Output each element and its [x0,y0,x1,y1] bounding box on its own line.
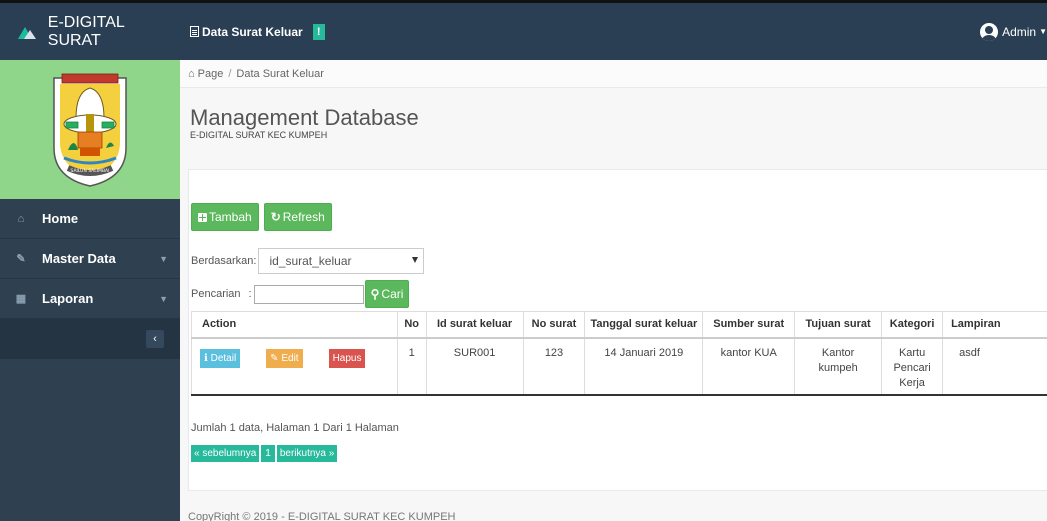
search-row: Pencarian : ⚲ Cari [191,280,410,308]
svg-text:SAILUN SALIMBAI: SAILUN SALIMBAI [71,168,110,174]
breadcrumb-current: Data Surat Keluar [236,67,324,80]
sidebar-item-home[interactable]: ⌂ Home [0,199,180,239]
sidebar-collapse-row: ‹ [0,319,180,359]
alert-badge[interactable]: ! [312,23,325,40]
document-icon [190,26,199,37]
prev-page-button[interactable]: « sebelumnya [191,445,260,462]
page-subtitle: E-DIGITAL SURAT KEC KUMPEH [190,130,328,140]
cell-tujuan: Kantor kumpeh [794,337,883,396]
topbar-title-text: Data Surat Keluar [202,24,303,39]
breadcrumb: ⌂ Page / Data Surat Keluar [180,60,1047,88]
info-icon: ℹ [204,352,208,364]
table-row: ℹ Detail ✎ Edit Hapus 1 SUR001 123 14 Ja… [191,337,1047,396]
cell-sumber: kantor KUA [702,337,796,396]
filter-select[interactable]: id_surat_keluar [258,248,425,274]
next-page-button[interactable]: berikutnya » [276,445,338,462]
add-button[interactable]: Tambah [191,203,259,231]
column-header: Action [191,311,398,339]
column-header: Tujuan surat [794,311,883,339]
refresh-button[interactable]: ↻ Refresh [263,203,332,231]
page-header: Management Database E-DIGITAL SURAT KEC … [180,88,1047,169]
edit-button-label: Edit [281,352,299,364]
search-button[interactable]: ⚲ Cari [364,280,410,308]
pagination-summary: Jumlah 1 data, Halaman 1 Dari 1 Halaman [191,422,399,434]
collapse-sidebar-button[interactable]: ‹ [146,330,164,348]
table-header-row: Action No Id surat keluar No surat Tangg… [191,311,1047,339]
page-number-button[interactable]: 1 [261,445,275,462]
edit-icon: ✎ [16,253,26,265]
column-header: Tanggal surat keluar [584,311,704,339]
action-buttons: Tambah ↻ Refresh [191,203,332,231]
chevron-down-icon: ▼ [159,253,168,264]
home-icon: ⌂ [188,67,195,80]
edit-icon: ✎ [270,352,279,364]
column-header: No [396,311,427,339]
delete-button[interactable]: Hapus [328,348,366,368]
filter-row: Berdasarkan: id_surat_keluar [191,248,425,274]
cell-no: 1 [396,337,427,396]
filter-selected-value: id_surat_keluar [269,254,352,268]
topbar-title: Data Surat Keluar [190,25,303,39]
search-label: Pencarian [191,288,241,300]
calendar-icon: ▦ [15,293,27,305]
sidebar-item-master-data[interactable]: ✎ Master Data ▼ [0,239,180,279]
breadcrumb-separator: / [228,67,232,80]
dropdown-arrow-icon [412,257,419,263]
surat-keluar-table: Action No Id surat keluar No surat Tangg… [191,311,1047,396]
search-icon: ⚲ [370,287,380,301]
add-button-label: Tambah [209,210,252,224]
page-title: Management Database [190,105,419,130]
caret-down-icon: ▼ [1039,27,1047,36]
sidebar: E-DIGITAL SURAT SAILUN SALIMBAI ⌂ Home ✎… [0,0,180,521]
mountain-logo-icon [18,25,36,39]
regional-emblem-logo: SAILUN SALIMBAI [53,73,127,187]
column-header: No surat [522,311,586,339]
logo-area: SAILUN SALIMBAI [0,60,180,199]
refresh-icon: ↻ [270,210,281,224]
column-header: Lampiran [942,311,1047,339]
pagination: « sebelumnya 1 berikutnya » [191,445,338,462]
column-header: Kategori [881,311,944,339]
cell-id: SUR001 [425,337,524,396]
avatar [980,22,999,41]
sidebar-item-label: Master Data [42,251,116,266]
topbar: Data Surat Keluar ! Admin ▼ [180,0,1047,60]
search-colon: : [248,288,252,300]
detail-button[interactable]: ℹ Detail [200,348,241,368]
delete-button-label: Hapus [332,352,362,364]
cell-kategori: Kartu Pencari Kerja [881,337,944,396]
detail-button-label: Detail [210,352,237,364]
user-name: Admin [1002,24,1037,39]
column-header: Sumber surat [702,311,796,339]
edit-button[interactable]: ✎ Edit [266,348,303,368]
cell-no-surat: 123 [522,337,586,396]
action-cell: ℹ Detail ✎ Edit Hapus [191,337,398,396]
plus-square-icon [198,212,207,222]
search-input[interactable] [253,284,364,304]
cell-tanggal: 14 Januari 2019 [584,337,704,396]
user-menu[interactable]: Admin ▼ [980,22,1047,41]
column-header: Id surat keluar [425,311,524,339]
sidebar-item-laporan[interactable]: ▦ Laporan ▼ [0,279,180,319]
home-icon: ⌂ [17,212,25,225]
main-content: ⌂ Page / Data Surat Keluar Management Da… [180,60,1047,521]
breadcrumb-home[interactable]: Page [198,68,224,80]
sidebar-item-label: Laporan [42,291,94,306]
sidebar-item-label: Home [42,211,79,226]
chevron-down-icon: ▼ [159,293,168,304]
cell-lampiran: asdf [942,337,1047,396]
filter-label: Berdasarkan: [191,255,257,267]
refresh-button-label: Refresh [282,210,325,224]
brand[interactable]: E-DIGITAL SURAT [0,0,180,60]
brand-title: E-DIGITAL SURAT [47,13,125,49]
footer: CopyRight © 2019 - E-DIGITAL SURAT KEC K… [188,511,456,521]
data-panel: Tambah ↻ Refresh Berdasarkan: id_surat_k… [188,169,1047,491]
search-button-label: Cari [381,287,404,301]
